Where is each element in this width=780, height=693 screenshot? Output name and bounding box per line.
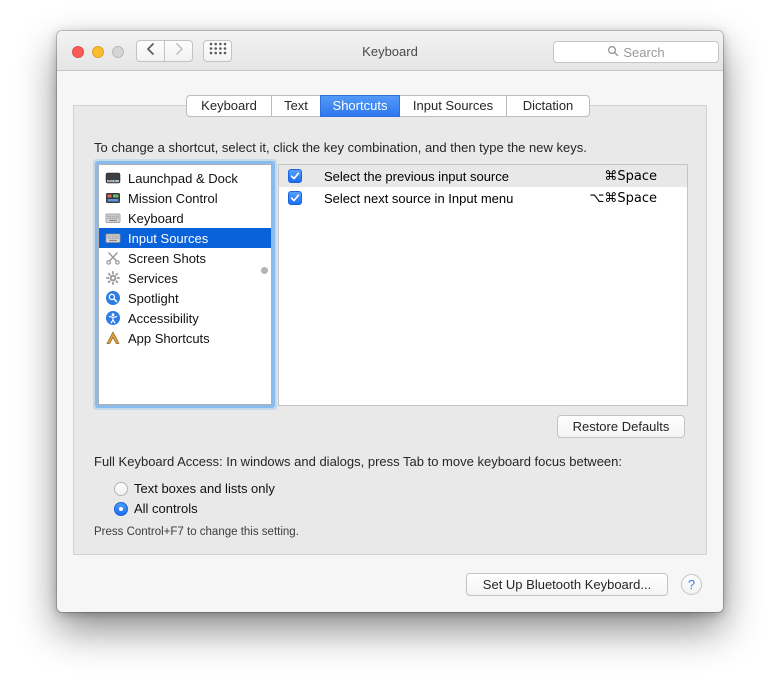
sidebar-item-label: Keyboard [128,210,184,226]
full-keyboard-access-heading: Full Keyboard Access: In windows and dia… [94,454,622,469]
tab-bar: Keyboard Text Shortcuts Input Sources Di… [186,95,590,117]
checkbox-checked-icon[interactable] [288,169,302,183]
sidebar-item-launchpad-dock[interactable]: Launchpad & Dock [99,168,271,188]
control-f7-note: Press Control+F7 to change this setting. [94,526,299,538]
app-shortcuts-icon [105,330,121,346]
magnifier-badge-icon [105,290,121,306]
shortcut-row-next-input-source[interactable]: Select next source in Input menu ⌥⌘Space [279,187,687,209]
radio-on-icon[interactable] [114,501,128,516]
shortcut-label: Select the previous input source [324,168,509,184]
shortcut-list[interactable]: Select the previous input source ⌘Space … [278,164,688,406]
shortcut-row-previous-input-source[interactable]: Select the previous input source ⌘Space [279,165,687,187]
sidebar-item-label: Services [128,270,178,286]
sidebar-item-accessibility[interactable]: Accessibility [99,308,271,328]
sidebar-item-keyboard[interactable]: Keyboard [99,208,271,228]
mission-control-icon [105,190,121,206]
checkbox-checked-icon[interactable] [288,191,302,205]
radio-off-icon[interactable] [114,481,128,496]
radio-label: Text boxes and lists only [134,481,275,496]
sidebar-item-spotlight[interactable]: Spotlight [99,288,271,308]
instruction-text: To change a shortcut, select it, click t… [94,140,587,155]
sidebar-item-label: Accessibility [128,310,199,326]
sidebar-item-label: Screen Shots [128,250,207,266]
sidebar-item-label: App Shortcuts [128,330,210,346]
radio-option-all-controls[interactable]: All controls [114,501,198,516]
sidebar-item-app-shortcuts[interactable]: App Shortcuts [99,328,271,348]
preferences-window: Keyboard Search Keyboard Text Shortcuts … [57,31,723,612]
tab-keyboard[interactable]: Keyboard [186,95,272,117]
tab-shortcuts[interactable]: Shortcuts [320,95,400,117]
tab-text[interactable]: Text [271,95,321,117]
sidebar-item-label: Launchpad & Dock [128,170,238,186]
shortcut-keys[interactable]: ⌘Space [604,169,657,184]
scissors-icon [105,250,121,266]
shortcuts-pane: To change a shortcut, select it, click t… [73,105,707,555]
gear-icon [105,270,121,286]
search-icon [607,45,619,60]
scrollbar-thumb[interactable] [261,267,268,274]
sidebar-item-services[interactable]: Services [99,268,271,288]
sidebar-item-label: Input Sources [128,230,209,246]
sidebar-item-screen-shots[interactable]: Screen Shots [99,248,271,268]
search-placeholder: Search [623,44,665,60]
setup-bluetooth-keyboard-button[interactable]: Set Up Bluetooth Keyboard... [466,573,668,596]
tab-input-sources[interactable]: Input Sources [399,95,507,117]
sidebar-item-label: Mission Control [128,190,218,206]
sidebar-item-input-sources[interactable]: Input Sources [99,228,271,248]
shortcut-label: Select next source in Input menu [324,190,514,206]
help-button[interactable]: ? [681,574,702,595]
radio-option-text-boxes[interactable]: Text boxes and lists only [114,481,275,496]
shortcut-keys[interactable]: ⌥⌘Space [589,191,657,206]
tab-dictation[interactable]: Dictation [506,95,590,117]
accessibility-icon [105,310,121,326]
keyboard-icon [105,210,121,226]
search-input[interactable]: Search [553,41,719,63]
sidebar-item-mission-control[interactable]: Mission Control [99,188,271,208]
dock-icon [105,170,121,186]
shortcut-category-list[interactable]: Launchpad & Dock Mission Control Keyboar… [98,164,272,405]
keyboard-icon [105,230,121,246]
sidebar-item-label: Spotlight [128,290,179,306]
radio-label: All controls [134,501,198,516]
restore-defaults-button[interactable]: Restore Defaults [557,415,685,438]
title-bar: Keyboard Search [57,31,723,71]
